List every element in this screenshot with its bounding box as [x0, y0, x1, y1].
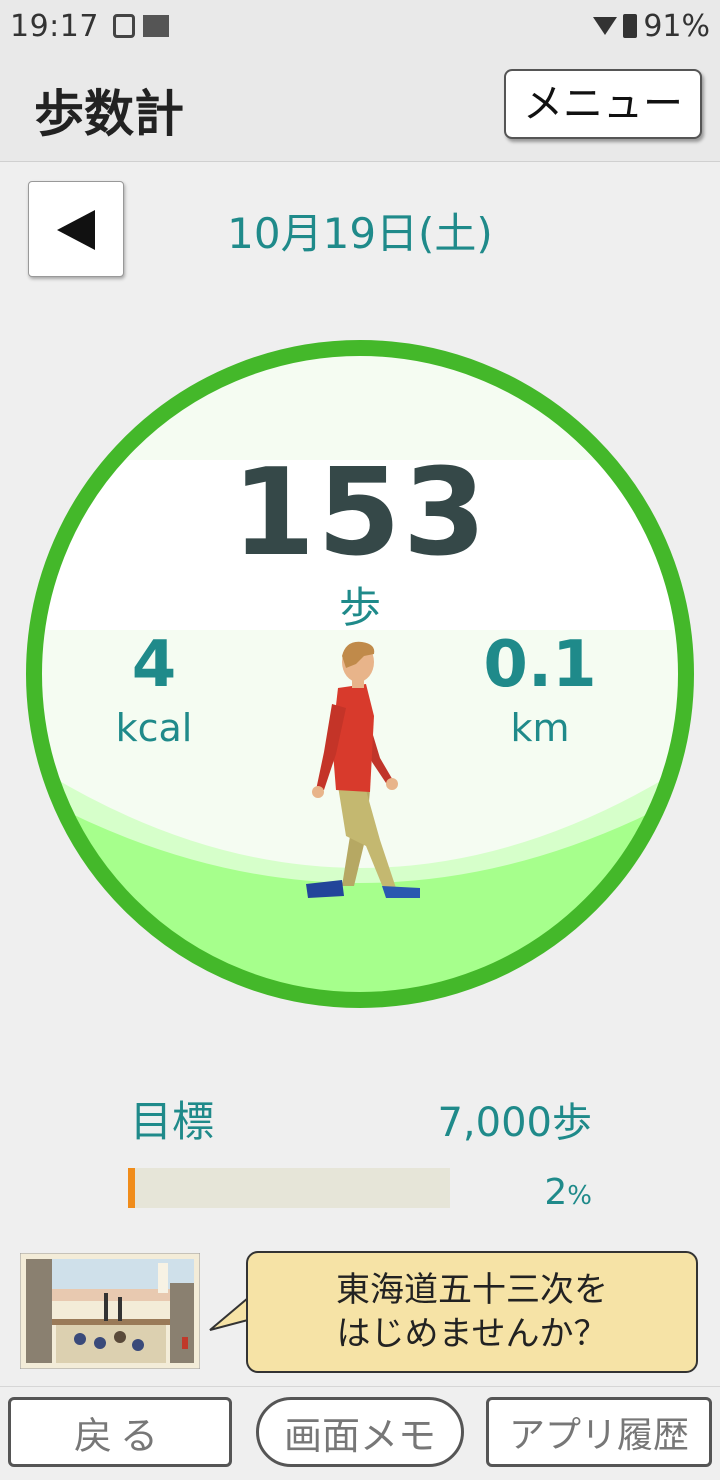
screenshot-icon — [112, 14, 135, 38]
speech-bubble-tail — [209, 1296, 250, 1340]
app-header: 歩数計 メニュー — [0, 52, 720, 162]
distance-value: 0.1 — [483, 628, 597, 702]
wifi-icon — [593, 17, 618, 35]
app-history-button[interactable]: アプリ履歴 — [486, 1397, 712, 1467]
date-label: 10月19日(土) — [227, 209, 493, 258]
calories-unit: kcal — [115, 706, 193, 750]
previous-day-button[interactable] — [28, 181, 124, 277]
steps-value: 153 — [231, 444, 489, 583]
screen-memo-button[interactable]: 画面メモ — [256, 1397, 464, 1467]
back-button[interactable]: 戻る — [8, 1397, 232, 1467]
page-title: 歩数計 — [34, 85, 184, 143]
tokaido-promo-bubble[interactable]: 東海道五十三次を はじめませんか？ — [246, 1251, 698, 1373]
steps-unit: 歩 — [338, 583, 381, 632]
battery-percent: 91% — [643, 8, 710, 44]
status-time: 19:17 — [10, 8, 99, 44]
walking-person-icon — [306, 641, 420, 898]
goal-percent-value: 2 — [544, 1172, 568, 1213]
goal-progress-bar — [128, 1168, 450, 1208]
menu-button[interactable]: メニュー — [504, 69, 702, 139]
goal-percent-unit: % — [567, 1181, 592, 1211]
goal-label: 目標 — [130, 1097, 215, 1146]
calories-value: 4 — [131, 628, 177, 702]
goal-value: 7,000歩 — [437, 1100, 592, 1146]
arrow-left-icon — [57, 210, 95, 250]
status-bar: 19:17 91% — [0, 0, 720, 52]
promo-line-2: はじめませんか？ — [336, 1314, 608, 1354]
goal-progress-fill — [128, 1168, 135, 1208]
goal-percent: 2% — [500, 1172, 592, 1213]
battery-icon — [623, 14, 638, 38]
personal-screen-icon — [142, 15, 169, 37]
promo-line-1: 東海道五十三次を — [336, 1270, 608, 1310]
tokaido-ukiyoe-image[interactable] — [20, 1253, 200, 1369]
distance-unit: km — [510, 706, 570, 750]
